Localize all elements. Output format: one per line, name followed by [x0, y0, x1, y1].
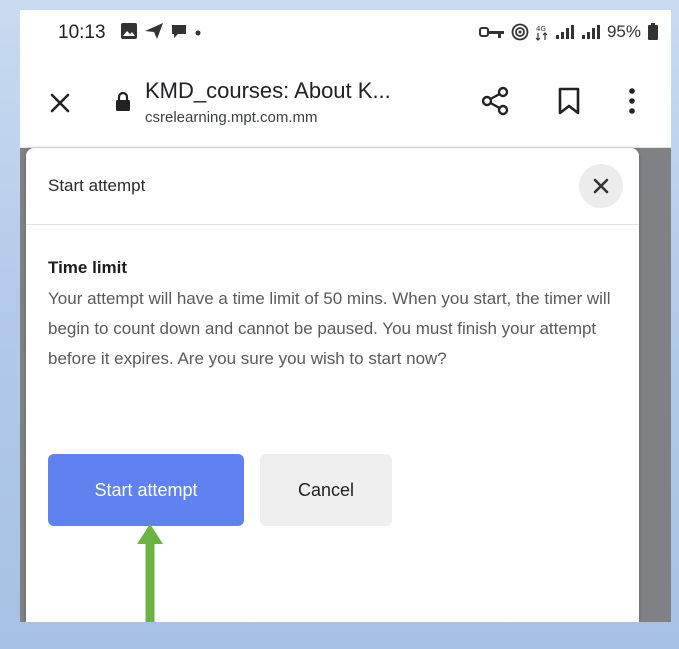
time-limit-heading: Time limit	[48, 258, 128, 277]
bookmark-icon[interactable]	[556, 86, 582, 116]
page-title[interactable]: KMD_courses: About K...	[145, 78, 391, 104]
chat-bubble-icon	[172, 25, 186, 38]
start-attempt-button[interactable]: Start attempt	[48, 454, 244, 526]
status-bar: 10:13 4G 95%	[20, 10, 671, 54]
lock-icon	[116, 91, 130, 111]
status-time: 10:13	[58, 22, 106, 43]
time-limit-message: Your attempt will have a time limit of 5…	[48, 289, 611, 368]
phone-screen: 10:13 4G 95% KMD_courses: About K... csr…	[20, 10, 671, 622]
more-options-icon[interactable]	[626, 85, 638, 117]
hotspot-icon	[511, 23, 529, 41]
page-url[interactable]: csrelearning.mpt.com.mm	[145, 109, 318, 126]
dialog-close-button[interactable]	[579, 164, 623, 208]
status-left-icons	[120, 22, 202, 40]
key-icon	[478, 27, 504, 38]
signal-icon	[555, 25, 574, 39]
battery-icon	[648, 23, 658, 40]
dot-icon	[195, 30, 201, 36]
share-icon[interactable]	[478, 84, 512, 118]
gallery-icon	[121, 23, 137, 39]
cancel-button[interactable]: Cancel	[260, 454, 392, 526]
start-attempt-dialog: Start attempt Time limit Your attempt wi…	[26, 148, 639, 622]
close-tab-icon[interactable]	[44, 87, 76, 119]
dialog-body: Time limit Your attempt will have a time…	[48, 258, 618, 374]
data-icon: 4G	[535, 25, 548, 41]
send-icon	[145, 23, 163, 39]
browser-toolbar: KMD_courses: About K... csrelearning.mpt…	[20, 54, 671, 148]
dialog-header: Start attempt	[26, 148, 639, 225]
close-icon	[593, 178, 609, 194]
annotation-arrow-icon	[137, 524, 163, 622]
battery-percent: 95%	[606, 22, 641, 41]
svg-text:4G: 4G	[536, 25, 546, 33]
dialog-title: Start attempt	[48, 176, 146, 195]
status-right-icons: 4G 95%	[478, 22, 659, 42]
signal-icon	[581, 25, 600, 39]
